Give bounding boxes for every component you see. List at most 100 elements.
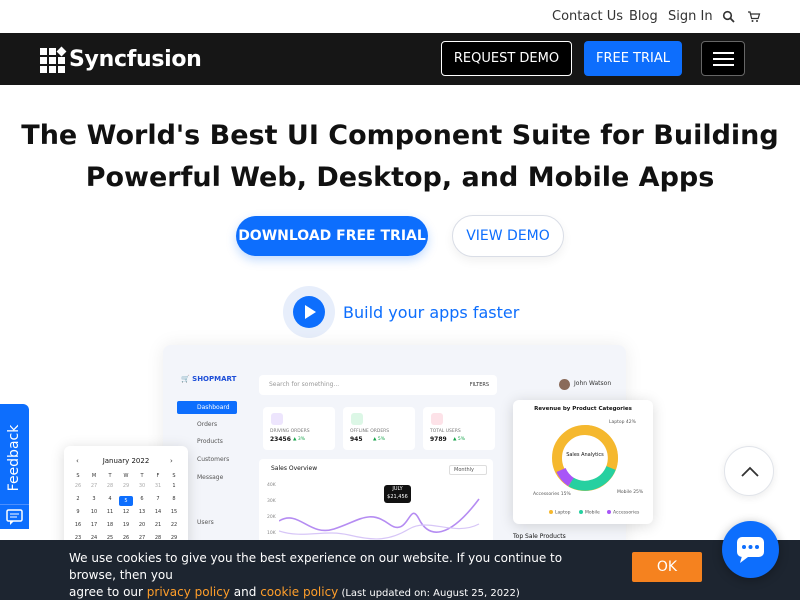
calendar-day[interactable]: 2: [71, 496, 85, 502]
calendar-next-icon: ›: [170, 457, 173, 465]
search-icon[interactable]: [722, 10, 736, 24]
build-apps-faster-link[interactable]: Build your apps faster: [343, 303, 519, 322]
calendar-weekday: W: [123, 473, 129, 479]
sign-in-link[interactable]: Sign In: [668, 9, 713, 24]
calendar-day[interactable]: 20: [135, 522, 149, 528]
cookie-policy-link[interactable]: cookie policy: [260, 585, 338, 599]
calendar-day[interactable]: 16: [71, 522, 85, 528]
hero-title: The World's Best UI Component Suite for …: [0, 115, 800, 199]
calendar-weekday: F: [156, 473, 160, 479]
calendar-day[interactable]: 11: [103, 509, 117, 515]
stat-delta: ▲ 3%: [293, 437, 306, 442]
stat-label: TOTAL USERS: [430, 429, 461, 434]
cookie-ok-button[interactable]: OK: [632, 552, 702, 582]
cookie-updated: (Last updated on: August 25, 2022): [338, 588, 520, 599]
calendar-day[interactable]: 26: [71, 483, 85, 489]
hamburger-menu-button[interactable]: [701, 41, 745, 76]
calendar-day[interactable]: 21: [151, 522, 165, 528]
contact-us-link[interactable]: Contact Us: [552, 9, 623, 24]
pie-label: Accessories 15%: [533, 492, 571, 497]
calendar-day[interactable]: 14: [151, 509, 165, 515]
dash-search-box: Search for something... FILTERS: [259, 375, 497, 395]
calendar-day[interactable]: 31: [151, 483, 165, 489]
y-tick: 30K: [267, 499, 276, 504]
feedback-chat-icon[interactable]: [0, 504, 29, 529]
play-video-button[interactable]: [283, 286, 335, 338]
download-free-trial-button[interactable]: DOWNLOAD FREE TRIAL: [236, 216, 428, 256]
privacy-policy-link[interactable]: privacy policy: [147, 585, 230, 599]
top-sale-products-label: Top Sale Products: [513, 533, 566, 540]
cookie-line2: agree to our privacy policy and cookie p…: [69, 585, 520, 599]
view-demo-button[interactable]: VIEW DEMO: [452, 215, 564, 257]
dash-search-placeholder: Search for something...: [269, 381, 340, 388]
dash-nav-dashboard: Dashboard: [177, 401, 237, 414]
pie-title: Revenue by Product Categories: [534, 406, 632, 412]
dash-nav-orders: Orders: [197, 421, 218, 428]
calendar-day[interactable]: 13: [135, 509, 149, 515]
calendar-day[interactable]: 19: [119, 522, 133, 528]
chevron-up-icon: [741, 466, 759, 477]
y-tick: 10K: [267, 531, 276, 536]
logo-grid-icon: [40, 45, 68, 73]
calendar-day[interactable]: 1: [167, 483, 181, 489]
calendar-day[interactable]: 10: [87, 509, 101, 515]
stat-card: OFFLINE ORDERS 945 ▲ 5%: [343, 407, 415, 450]
cart-icon: [351, 413, 363, 425]
hamburger-icon: [713, 52, 734, 54]
calendar-day[interactable]: 7: [151, 496, 165, 502]
syncfusion-logo[interactable]: Syncfusion: [40, 41, 202, 77]
cookie-message: We use cookies to give you the best expe…: [69, 550, 609, 600]
calendar-day[interactable]: 30: [135, 483, 149, 489]
calendar-day[interactable]: 12: [119, 509, 133, 515]
calendar-weekday: T: [140, 473, 144, 479]
stat-value: 23456: [270, 436, 291, 443]
stat-card: TOTAL USERS 9789 ▲ 5%: [423, 407, 495, 450]
chat-icon: [737, 537, 764, 563]
play-icon: [293, 296, 325, 328]
calendar-day[interactable]: 29: [119, 483, 133, 489]
chat-button[interactable]: [722, 521, 779, 578]
dash-nav-products: Products: [197, 438, 223, 445]
calendar-day[interactable]: 3: [87, 496, 101, 502]
hero-title-line1: The World's Best UI Component Suite for …: [21, 120, 779, 151]
calendar-day[interactable]: 18: [103, 522, 117, 528]
calendar-day[interactable]: 8: [167, 496, 181, 502]
calendar-day[interactable]: 5: [119, 496, 133, 506]
chart-tooltip: JULY $21,456: [384, 485, 411, 503]
back-to-top-button[interactable]: [724, 446, 774, 496]
hero-title-line2: Powerful Web, Desktop, and Mobile Apps: [85, 162, 715, 193]
revenue-pie-card: Revenue by Product Categories Sales Anal…: [513, 400, 653, 524]
request-demo-button[interactable]: REQUEST DEMO: [441, 41, 572, 76]
main-navbar: Syncfusion REQUEST DEMO FREE TRIAL: [0, 33, 800, 85]
y-tick: 40K: [267, 483, 276, 488]
dash-filters: FILTERS: [469, 382, 489, 388]
sales-title: Sales Overview: [271, 465, 318, 472]
cart-icon[interactable]: [747, 10, 761, 24]
calendar-weekday: T: [108, 473, 112, 479]
users-icon: [431, 413, 443, 425]
cookie-line1: We use cookies to give you the best expe…: [69, 551, 563, 582]
feedback-label: Feedback: [6, 424, 22, 492]
legend-mobile: Mobile: [579, 510, 600, 516]
stat-value: 945: [350, 436, 363, 443]
blog-link[interactable]: Blog: [629, 9, 658, 24]
y-tick: 20K: [267, 515, 276, 520]
calendar-day[interactable]: 9: [71, 509, 85, 515]
stat-label: OFFLINE ORDERS: [350, 429, 390, 434]
calendar-day[interactable]: 6: [135, 496, 149, 502]
calendar-day[interactable]: 15: [167, 509, 181, 515]
calendar-day[interactable]: 17: [87, 522, 101, 528]
pie-center-label: Sales Analytics: [566, 452, 604, 458]
top-utility-bar: Contact Us Blog Sign In: [0, 0, 800, 33]
calendar-day[interactable]: 4: [103, 496, 117, 502]
calendar-day[interactable]: 22: [167, 522, 181, 528]
donut-chart: [552, 425, 618, 491]
free-trial-button[interactable]: FREE TRIAL: [584, 41, 682, 76]
calendar-day[interactable]: 28: [103, 483, 117, 489]
period-select: Monthly: [449, 465, 487, 475]
legend-laptop: Laptop: [549, 510, 571, 516]
logo-text: Syncfusion: [69, 46, 202, 72]
shopmart-brand: 🛒 SHOPMART: [181, 375, 237, 383]
calendar-day[interactable]: 27: [87, 483, 101, 489]
stat-delta: ▲ 5%: [373, 437, 386, 442]
